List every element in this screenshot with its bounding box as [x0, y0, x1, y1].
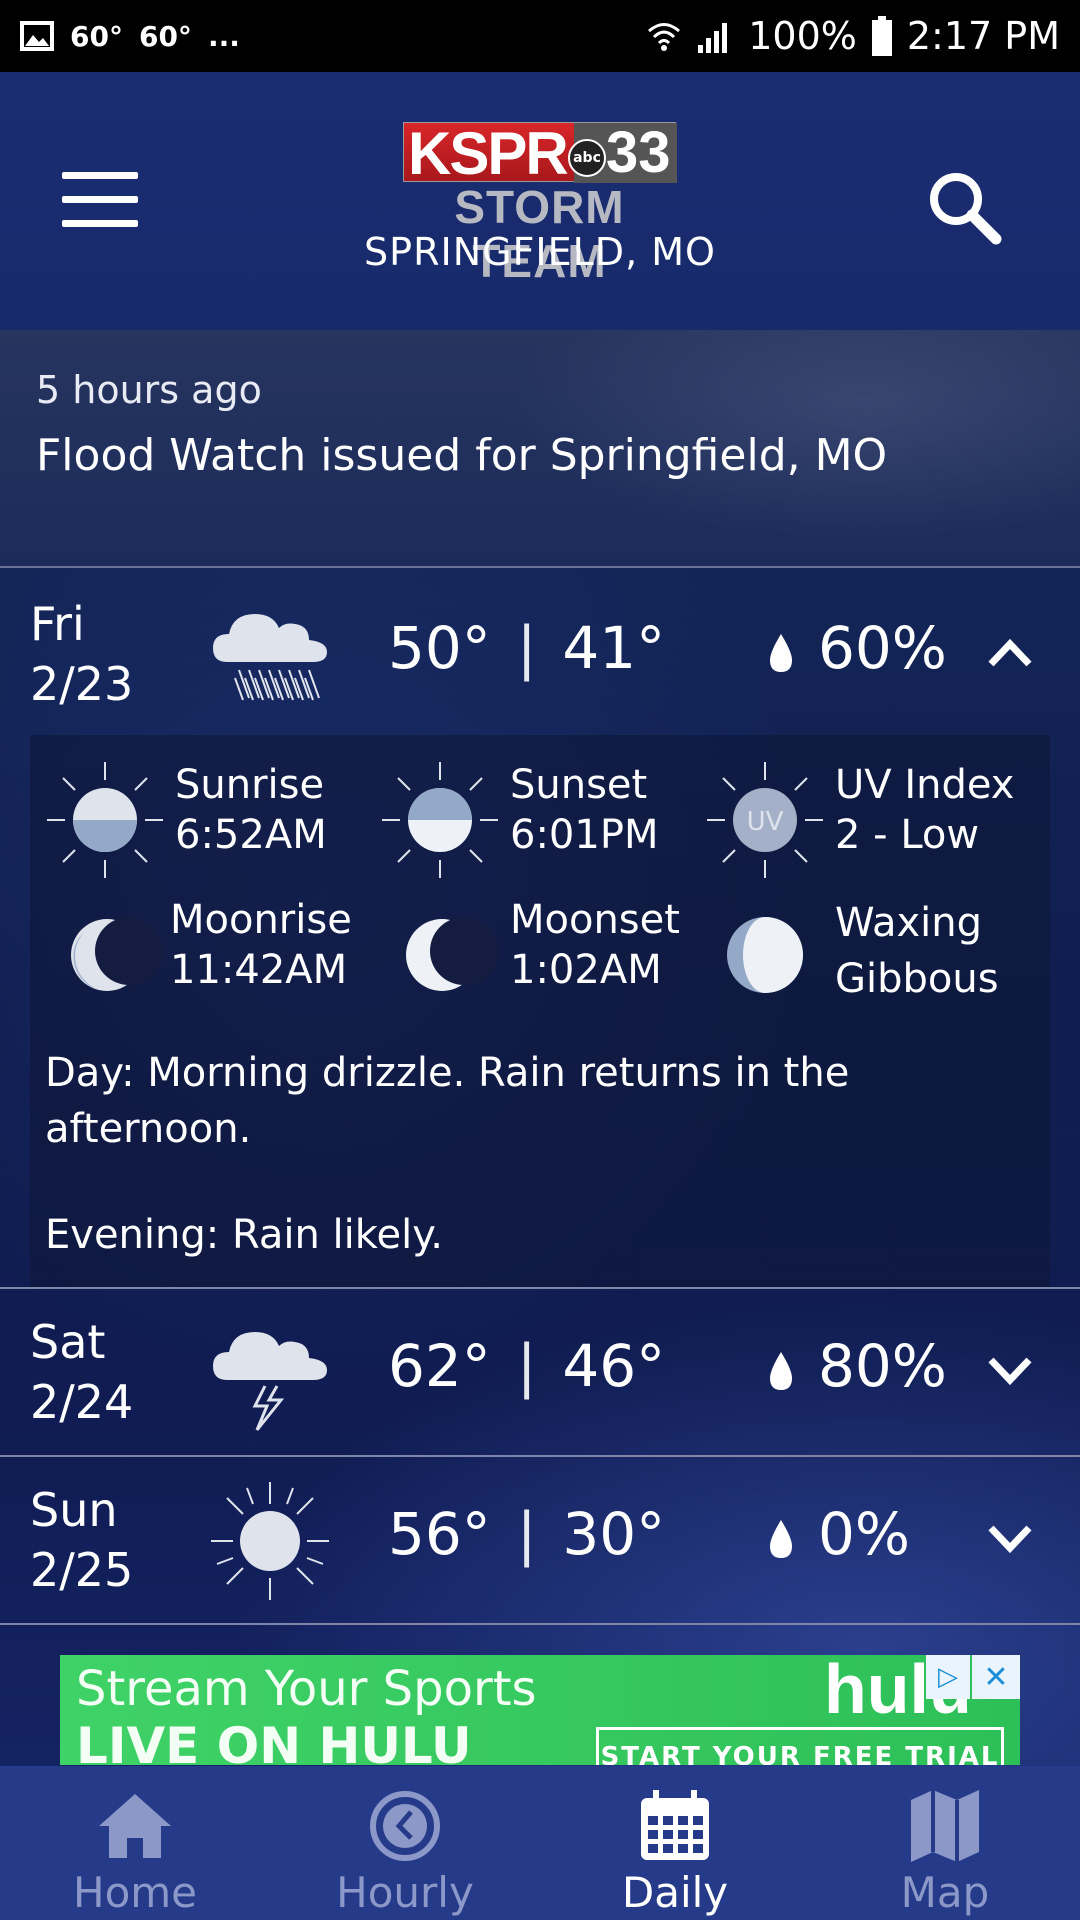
sunrise-icon: [47, 762, 163, 878]
nav-tab-map[interactable]: Map: [810, 1766, 1080, 1920]
moonset-item: Moonset 1:02AM: [380, 895, 700, 1015]
app-header: KSPR 33 abc STORM TEAM SPRINGFIELD, MO: [0, 72, 1080, 330]
precip-percent: 0%: [818, 1500, 911, 1568]
sunrise-label: Sunrise: [175, 762, 325, 808]
rain-cloud-icon: [213, 614, 327, 701]
nav-label-home: Home: [72, 1868, 198, 1917]
precip-drop-icon: [770, 1352, 792, 1390]
uv-icon-text: UV: [747, 807, 784, 837]
forecast-row-sat[interactable]: Sat 2/24 62° | 46° 80%: [0, 1288, 1080, 1456]
search-button[interactable]: [924, 167, 1006, 249]
gibbous-moon-icon: [727, 917, 803, 993]
bottom-nav: Home Hourly Daily Map: [0, 1766, 1080, 1920]
thunderstorm-cloud-icon: [213, 1332, 327, 1431]
app-root: 60° 60° ... 100% 2:17 PM KSPR 33 abc STO…: [0, 0, 1080, 1920]
forecast-day: Fri 2/23: [30, 597, 134, 711]
moonrise-label: Moonrise: [170, 897, 352, 943]
row-divider: [0, 1623, 1080, 1625]
chevron-up-icon[interactable]: [985, 630, 1035, 676]
uv-item: UV UV Index 2 - Low: [705, 760, 1025, 880]
ad-line-2: LIVE ON HULU: [76, 1717, 472, 1765]
ad-cta-button[interactable]: START YOUR FREE TRIAL: [596, 1727, 1004, 1765]
forecast-row-fri[interactable]: Fri 2/23 50° | 41° 60%: [0, 570, 1080, 738]
nav-label-daily: Daily: [621, 1868, 729, 1917]
forecast-details: Sunrise 6:52AM Sunset 6:01PM UV UV Index 2 …: [30, 735, 1050, 1287]
status-temp-1: 60°: [70, 19, 123, 53]
moonrise-value: 11:42AM: [170, 947, 348, 993]
weather-alert[interactable]: 5 hours ago Flood Watch issued for Sprin…: [0, 330, 1080, 568]
sunrise-item: Sunrise 6:52AM: [45, 760, 365, 880]
uv-label: UV Index: [835, 762, 1015, 808]
battery-percent: 100%: [748, 14, 857, 58]
uv-value: 2 - Low: [835, 812, 980, 858]
nav-tab-hourly[interactable]: Hourly: [270, 1766, 540, 1920]
moon-phase-item: Waxing Gibbous: [705, 895, 1025, 1015]
precip-drop-icon: [770, 1520, 792, 1558]
precip-percent: 60%: [818, 614, 947, 682]
logo-network: abc: [568, 139, 606, 177]
menu-icon-bar-1: [62, 172, 138, 179]
forecast-temps: 56° | 30°: [388, 1500, 666, 1568]
moon-phase-line1: Waxing: [835, 900, 983, 946]
precip-percent: 80%: [818, 1332, 947, 1400]
sunset-icon: [382, 762, 498, 878]
sunset-label: Sunset: [510, 762, 648, 808]
nav-label-hourly: Hourly: [336, 1868, 474, 1917]
menu-icon-bar-3: [62, 220, 138, 227]
day-forecast-text: Day: Morning drizzle. Rain returns in th…: [45, 1050, 850, 1152]
logo-station: KSPR: [408, 120, 569, 187]
nav-tab-home[interactable]: Home: [0, 1766, 270, 1920]
signal-icon: [698, 23, 728, 53]
sun-icon: [211, 1482, 329, 1600]
menu-icon-bar-2: [62, 196, 138, 203]
moon-phase-line2: Gibbous: [835, 956, 999, 1002]
clock-icon: [370, 1791, 440, 1861]
gallery-icon: [20, 21, 54, 51]
logo-channel: 33: [606, 120, 671, 185]
crescent-moon-icon: [71, 917, 163, 991]
wifi-icon: [648, 23, 681, 51]
forecast-temps: 50° | 41°: [388, 614, 666, 682]
forecast-temps: 62° | 46°: [388, 1332, 666, 1400]
ad-line-1: Stream Your Sports: [76, 1661, 537, 1717]
battery-icon: [871, 16, 892, 56]
location-label: SPRINGFIELD, MO: [364, 230, 716, 274]
forecast-day: Sun 2/25: [30, 1483, 134, 1597]
moonset-label: Moonset: [510, 897, 680, 943]
moonrise-item: Moonrise 11:42AM: [45, 895, 365, 1015]
precip-drop-icon: [770, 634, 792, 672]
calendar-icon: [641, 1790, 709, 1860]
sunset-item: Sunset 6:01PM: [380, 760, 700, 880]
nav-label-map: Map: [900, 1868, 990, 1917]
station-logo: KSPR 33 abc STORM TEAM: [403, 120, 677, 287]
ad-banner[interactable]: Stream Your Sports LIVE ON HULU hulu STA…: [60, 1655, 1020, 1765]
clock: 2:17 PM: [906, 14, 1060, 58]
crescent-moon-icon: [406, 917, 498, 991]
menu-button[interactable]: [62, 172, 138, 232]
alert-time: 5 hours ago: [36, 368, 262, 412]
home-icon: [99, 1794, 171, 1858]
search-icon: [930, 173, 1002, 245]
forecast-row-sun[interactable]: Sun 2/25 56° | 30° 0%: [0, 1456, 1080, 1624]
evening-forecast-text: Evening: Rain likely.: [45, 1212, 443, 1258]
ad-close-icon[interactable]: ✕: [972, 1655, 1020, 1699]
forecast-day: Sat 2/24: [30, 1315, 134, 1429]
uv-sun-icon: UV: [707, 762, 823, 878]
status-temp-2: 60°: [138, 19, 192, 53]
chevron-down-icon[interactable]: [985, 1348, 1035, 1394]
alert-title: Flood Watch issued for Springfield, MO: [36, 430, 888, 481]
status-more: ...: [207, 19, 240, 53]
sunset-value: 6:01PM: [510, 812, 659, 858]
moonset-value: 1:02AM: [510, 947, 662, 993]
sunrise-value: 6:52AM: [175, 812, 327, 858]
ad-choices-icon[interactable]: ▷: [926, 1655, 970, 1699]
status-bar: 60° 60° ... 100% 2:17 PM: [0, 0, 1080, 72]
nav-tab-daily[interactable]: Daily: [540, 1766, 810, 1920]
chevron-down-icon[interactable]: [985, 1516, 1035, 1562]
map-icon: [911, 1790, 979, 1862]
